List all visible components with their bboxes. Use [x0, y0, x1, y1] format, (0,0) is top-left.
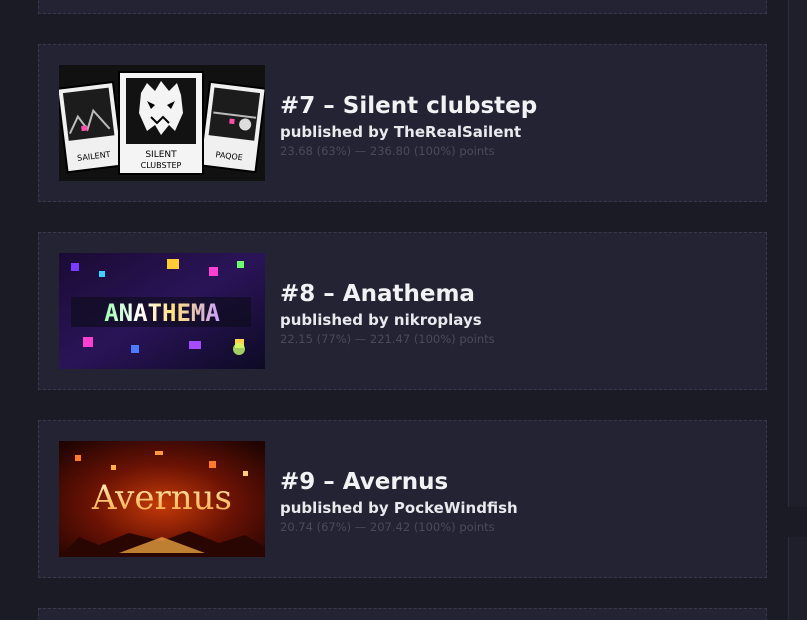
thumbnail-text-anathema: ANATHEMA [104, 299, 220, 327]
level-info: #9 – Avernus published by PockeWindfish … [280, 467, 518, 535]
level-publisher: published by nikroplays [280, 311, 482, 329]
level-card-7[interactable]: SAILENT PAQOE SILENT CLUBSTEP #7 – Silen… [38, 44, 767, 202]
level-card-previous[interactable] [38, 0, 767, 14]
level-info: #8 – Anathema published by nikroplays 22… [280, 279, 495, 347]
avernus-thumbnail-image: Avernus [59, 441, 265, 557]
silent-clubstep-thumbnail-image: SAILENT PAQOE SILENT CLUBSTEP [59, 65, 265, 181]
level-publisher: published by TheRealSailent [280, 123, 522, 141]
level-thumbnail[interactable]: Avernus [59, 441, 265, 557]
level-title[interactable]: #7 – Silent clubstep [280, 91, 537, 121]
level-title[interactable]: #9 – Avernus [280, 467, 518, 497]
side-panel [788, 0, 807, 507]
level-publisher: published by PockeWindfish [280, 499, 518, 517]
level-points: 23.68 (63%) — 236.80 (100%) points [280, 144, 495, 158]
anathema-thumbnail-image: ANATHEMA [59, 253, 265, 369]
level-points: 22.15 (77%) — 221.47 (100%) points [280, 332, 495, 346]
level-points: 20.74 (67%) — 207.42 (100%) points [280, 520, 495, 534]
thumbnail-text-clubstep: CLUBSTEP [141, 161, 182, 170]
level-thumbnail[interactable]: SAILENT PAQOE SILENT CLUBSTEP [59, 65, 265, 181]
level-info: #7 – Silent clubstep published by TheRea… [280, 91, 537, 159]
level-title[interactable]: #8 – Anathema [280, 279, 495, 309]
level-thumbnail[interactable]: ANATHEMA [59, 253, 265, 369]
thumbnail-text-silent: SILENT [145, 150, 177, 160]
level-card-9[interactable]: Avernus #9 – Avernus published by PockeW… [38, 420, 767, 578]
thumbnail-text-avernus: Avernus [91, 478, 232, 518]
level-card-8[interactable]: ANATHEMA #8 – Anathema published by nikr… [38, 232, 767, 390]
level-card-next[interactable] [38, 608, 767, 620]
level-list-page: SAILENT PAQOE SILENT CLUBSTEP #7 – Silen… [0, 0, 807, 620]
side-panel-lower [788, 537, 807, 620]
